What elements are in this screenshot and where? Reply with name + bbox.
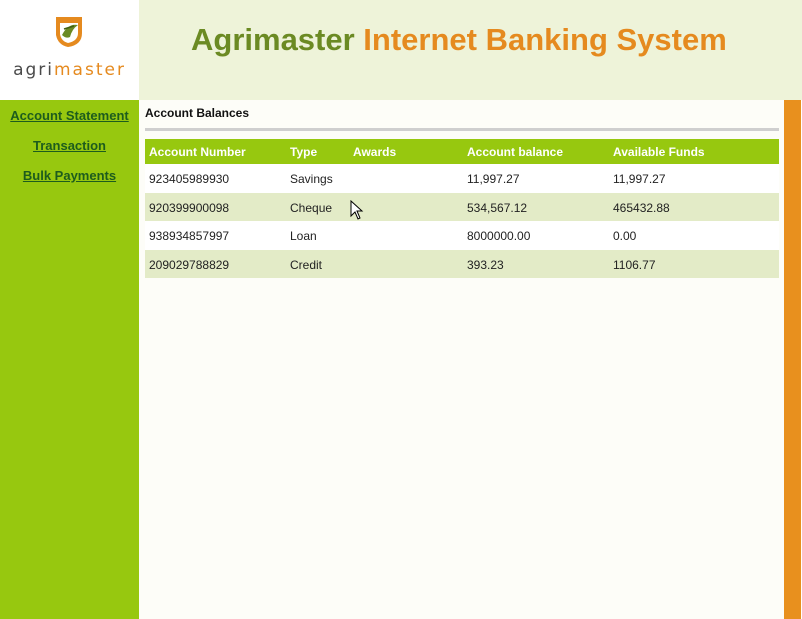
account-number: 938934857997 <box>149 229 230 243</box>
column-header-account-balance: Account balance <box>467 145 564 159</box>
account-balance: 8000000.00 <box>467 229 531 243</box>
account-balance: 393.23 <box>467 257 504 272</box>
table-row[interactable]: 209029788829 Credit 393.23 1106.77 <box>145 249 779 278</box>
available-funds: 1106.77 <box>613 257 656 272</box>
account-type: Credit <box>290 257 323 272</box>
account-number: 209029788829 <box>149 257 230 272</box>
column-header-available-funds: Available Funds <box>613 145 705 159</box>
table-header: Account Number Type Awards Account balan… <box>145 139 779 164</box>
available-funds: 0.00 <box>613 229 637 243</box>
account-number: 920399900098 <box>149 200 230 215</box>
account-balance: 11,997.27 <box>467 172 520 186</box>
account-type: Loan <box>290 229 317 243</box>
table-row[interactable]: 923405989930 Savings 11,997.27 11,997.27 <box>145 164 779 193</box>
sidebar: Account Statement Transaction Bulk Payme… <box>0 100 139 619</box>
section-title: Account Balances <box>145 106 250 120</box>
account-balance: 534,567.12 <box>467 200 528 215</box>
table-row[interactable]: 938934857997 Loan 8000000.00 0.00 <box>145 221 779 250</box>
page-title: Agrimaster Internet Banking System <box>191 22 727 57</box>
agrimaster-logo-icon <box>56 17 82 47</box>
column-header-type: Type <box>290 145 318 159</box>
column-header-awards: Awards <box>353 145 397 159</box>
divider <box>145 128 779 131</box>
column-header-account-number: Account Number <box>149 145 246 159</box>
right-accent-bar <box>784 100 802 619</box>
account-balances-table: Account Number Type Awards Account balan… <box>145 139 779 278</box>
available-funds: 465432.88 <box>613 200 670 215</box>
sidebar-item-account-statement[interactable]: Account Statement <box>0 108 139 123</box>
logo: agrimaster <box>0 0 139 100</box>
available-funds: 11,997.27 <box>613 172 666 186</box>
account-type: Savings <box>290 172 333 186</box>
account-number: 923405989930 <box>149 172 230 186</box>
header: Agrimaster Internet Banking System <box>139 0 802 100</box>
accent-stripe <box>784 100 801 619</box>
account-type: Cheque <box>290 200 333 215</box>
logo-text: agrimaster <box>13 60 126 80</box>
main-content: Account Balances Account Number Type Awa… <box>139 100 784 619</box>
table-row[interactable]: 920399900098 Cheque 534,567.12 465432.88 <box>145 192 779 221</box>
sidebar-item-bulk-payments[interactable]: Bulk Payments <box>0 168 139 183</box>
mouse-cursor-icon <box>350 200 364 220</box>
sidebar-item-transaction[interactable]: Transaction <box>0 138 139 153</box>
